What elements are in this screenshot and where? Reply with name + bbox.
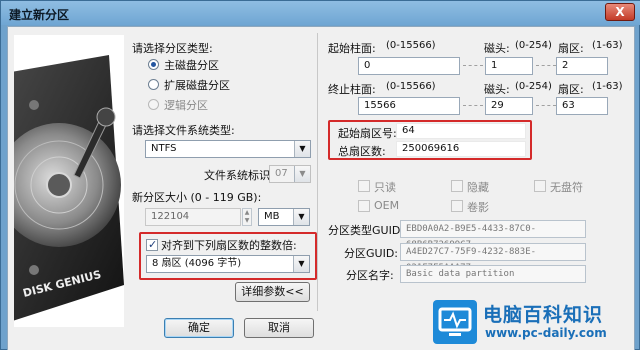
part-name-input[interactable]: Basic data partition bbox=[400, 265, 586, 283]
end-cyl-label: 终止柱面: bbox=[328, 83, 376, 96]
end-head-label: 磁头: bbox=[484, 83, 510, 96]
vertical-divider bbox=[317, 33, 318, 311]
dash-separator bbox=[536, 65, 556, 66]
end-sector-label: 扇区: bbox=[558, 83, 584, 96]
chevron-down-icon: ▼ bbox=[293, 256, 309, 272]
watermark-title: 电脑百科知识 bbox=[483, 304, 604, 326]
start-head-label: 磁头: bbox=[484, 42, 510, 55]
align-label: 对齐到下列扇区数的整数倍: bbox=[161, 239, 297, 252]
shadow-label: 卷影 bbox=[467, 201, 489, 214]
fs-id-value: 07 bbox=[275, 168, 288, 179]
part-name-label: 分区名字: bbox=[346, 269, 394, 282]
start-cyl-label: 起始柱面: bbox=[328, 42, 376, 55]
start-head-range: (0-254) bbox=[515, 40, 552, 51]
hard-disk-icon: DISK GENIUS bbox=[14, 55, 124, 321]
radio-primary-partition[interactable] bbox=[148, 59, 159, 70]
end-cyl-range: (0-15566) bbox=[386, 81, 436, 92]
fs-type-select[interactable]: NTFS ▼ bbox=[145, 140, 311, 158]
size-stepper[interactable]: ▲ ▼ bbox=[242, 208, 252, 226]
dash-separator bbox=[536, 105, 556, 106]
start-lba-input[interactable]: 64 bbox=[396, 123, 526, 139]
radio-logical-label: 逻辑分区 bbox=[164, 99, 208, 112]
end-head-range: (0-254) bbox=[515, 81, 552, 92]
fs-id-label: 文件系统标识: bbox=[204, 169, 274, 182]
start-head-input[interactable]: 1 bbox=[485, 57, 533, 75]
stepper-down-icon: ▼ bbox=[244, 217, 250, 224]
site-watermark: 电脑百科知识 www.pc-daily.com bbox=[433, 296, 637, 350]
end-cyl-input[interactable]: 15566 bbox=[358, 97, 460, 115]
cancel-button[interactable]: 取消 bbox=[244, 318, 314, 338]
monitor-pulse-icon bbox=[433, 300, 477, 344]
fs-type-value: NTFS bbox=[151, 143, 177, 154]
total-sectors-label: 总扇区数: bbox=[338, 145, 386, 158]
watermark-url: www.pc-daily.com bbox=[485, 326, 607, 340]
start-sector-range: (1-63) bbox=[592, 40, 623, 51]
disk-illustration: DISK GENIUS bbox=[14, 35, 124, 327]
hidden-checkbox[interactable] bbox=[451, 180, 463, 192]
radio-extended-partition[interactable] bbox=[148, 79, 159, 90]
start-cyl-input[interactable]: 0 bbox=[358, 57, 460, 75]
align-value: 8 扇区 (4096 字节) bbox=[152, 258, 242, 269]
title-bar[interactable]: 建立新分区 X bbox=[1, 1, 640, 25]
end-head-input[interactable]: 29 bbox=[485, 97, 533, 115]
details-button[interactable]: 详细参数<< bbox=[235, 282, 310, 302]
start-sector-input[interactable]: 2 bbox=[556, 57, 608, 75]
dash-separator bbox=[463, 65, 483, 66]
oem-checkbox[interactable] bbox=[358, 200, 370, 212]
radio-primary-label: 主磁盘分区 bbox=[164, 59, 219, 72]
chevron-down-icon: ▼ bbox=[293, 209, 309, 225]
part-guid-input[interactable]: A4ED27C7-75F9-4232-883E-021F7E5AAA77 bbox=[400, 243, 586, 273]
window-title: 建立新分区 bbox=[9, 8, 70, 22]
type-guid-input[interactable]: EBD0A0A2-B9E5-4433-87C0-68B6B72699C7 bbox=[400, 220, 586, 250]
align-select[interactable]: 8 扇区 (4096 字节) ▼ bbox=[146, 255, 310, 273]
fs-id-select[interactable]: 07 ▼ bbox=[269, 165, 311, 183]
chevron-down-icon: ▼ bbox=[294, 166, 310, 182]
dash-separator bbox=[463, 105, 483, 106]
readonly-checkbox[interactable] bbox=[358, 180, 370, 192]
radio-logical-partition[interactable] bbox=[148, 99, 159, 110]
ok-button[interactable]: 确定 bbox=[164, 318, 234, 338]
start-cyl-range: (0-15566) bbox=[386, 40, 436, 51]
total-sectors-input[interactable]: 250069616 bbox=[396, 141, 526, 157]
dialog-window: 建立新分区 X DISK GENIUS 请选择分区类型: 主磁盘分区 扩展磁盘分… bbox=[0, 0, 640, 350]
no-drive-letter-label: 无盘符 bbox=[550, 181, 583, 194]
end-sector-input[interactable]: 63 bbox=[556, 97, 608, 115]
partition-type-label: 请选择分区类型: bbox=[132, 42, 213, 55]
type-guid-label: 分区类型GUID: bbox=[328, 224, 404, 237]
size-input[interactable]: 122104 bbox=[145, 208, 241, 226]
start-sector-label: 扇区: bbox=[558, 42, 584, 55]
start-lba-label: 起始扇区号: bbox=[338, 127, 397, 140]
end-sector-range: (1-63) bbox=[592, 81, 623, 92]
hidden-label: 隐藏 bbox=[467, 181, 489, 194]
align-checkbox[interactable] bbox=[146, 238, 158, 251]
radio-extended-label: 扩展磁盘分区 bbox=[164, 79, 230, 92]
oem-label: OEM bbox=[374, 199, 400, 212]
fs-type-label: 请选择文件系统类型: bbox=[132, 124, 235, 137]
size-unit-value: MB bbox=[264, 211, 280, 222]
readonly-label: 只读 bbox=[374, 181, 396, 194]
close-button[interactable]: X bbox=[605, 3, 635, 21]
size-label: 新分区大小 (0 - 119 GB): bbox=[132, 191, 262, 204]
part-guid-label: 分区GUID: bbox=[344, 247, 398, 260]
stepper-up-icon: ▲ bbox=[244, 209, 250, 216]
size-unit-select[interactable]: MB ▼ bbox=[258, 208, 310, 226]
chevron-down-icon: ▼ bbox=[294, 141, 310, 157]
shadow-checkbox[interactable] bbox=[451, 200, 463, 212]
no-drive-letter-checkbox[interactable] bbox=[534, 180, 546, 192]
